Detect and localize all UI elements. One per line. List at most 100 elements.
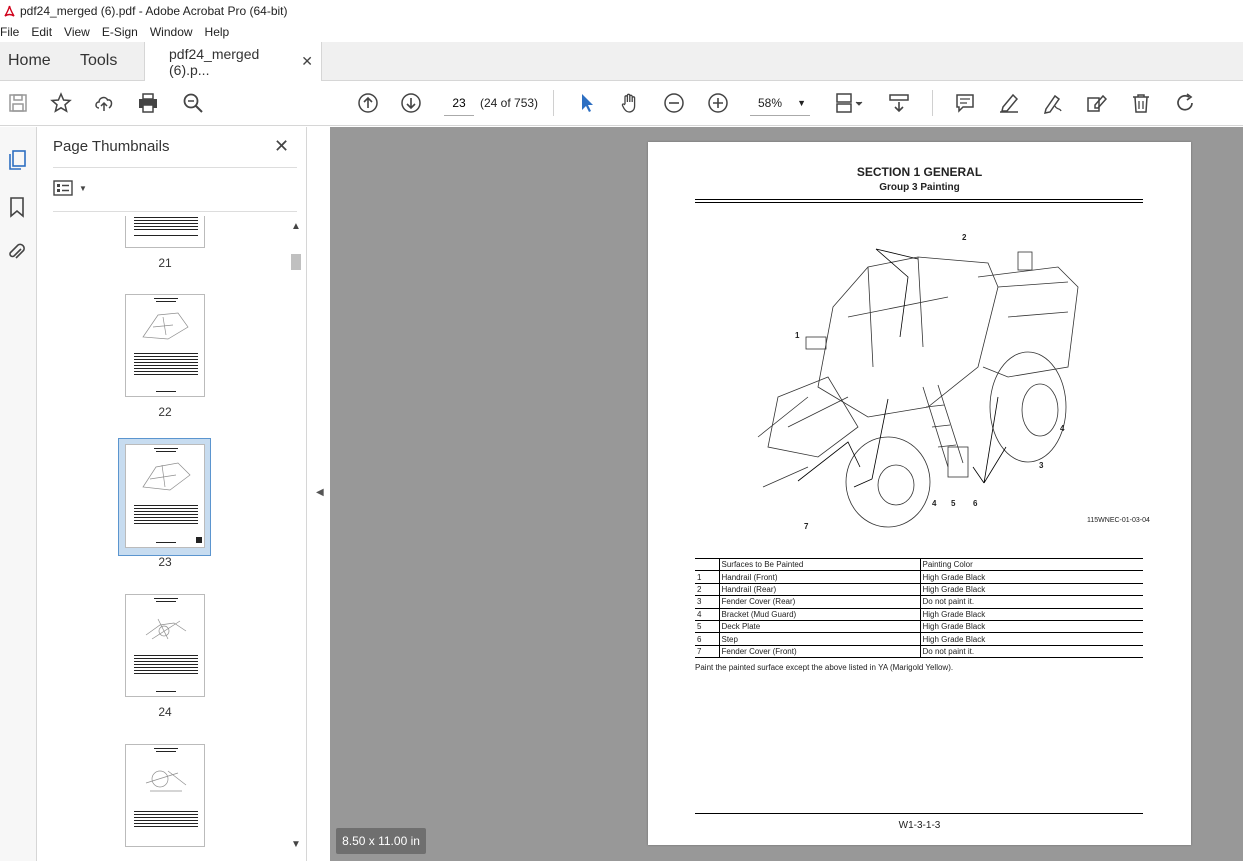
- fill-sign-icon[interactable]: [1084, 91, 1108, 115]
- tab-document-label: pdf24_merged (6).p...: [169, 45, 260, 78]
- panel-title: Page Thumbnails: [53, 138, 170, 155]
- tab-home[interactable]: Home: [0, 42, 70, 80]
- painting-note: Paint the painted surface except the abo…: [695, 663, 954, 672]
- draw-pen-icon[interactable]: [1040, 91, 1064, 115]
- table-cell: 5: [695, 620, 720, 634]
- thumbnail-list: 21 22 23 24: [38, 216, 288, 861]
- table-row: 2 Handrail (Rear) High Grade Black: [695, 583, 1143, 597]
- next-page-icon[interactable]: [399, 91, 423, 115]
- page-footer: W1-3-1-3: [898, 820, 941, 831]
- tab-bar: Home Tools pdf24_merged (6).p... ✕: [0, 42, 1243, 81]
- table-header-cell: Painting Color: [920, 557, 1143, 572]
- close-tab-icon[interactable]: ✕: [301, 53, 313, 70]
- tab-document[interactable]: pdf24_merged (6).p... ✕: [144, 42, 322, 81]
- callout-6: 6: [973, 499, 978, 508]
- collapse-panel-icon[interactable]: ◀: [316, 487, 324, 498]
- save-icon[interactable]: [6, 91, 30, 115]
- close-panel-icon[interactable]: ✕: [274, 136, 289, 157]
- callout-4a: 4: [1060, 424, 1065, 433]
- table-row: 1 Handrail (Front) High Grade Black: [695, 570, 1143, 584]
- select-cursor-icon[interactable]: [575, 91, 599, 115]
- bookmark-icon[interactable]: [5, 195, 29, 219]
- toolbar-divider: [932, 90, 933, 116]
- tab-tools[interactable]: Tools: [70, 42, 144, 80]
- table-cell: Deck Plate: [719, 620, 921, 634]
- table-row: 7 Fender Cover (Front) Do not paint it.: [695, 645, 1143, 659]
- callout-4b: 4: [932, 499, 937, 508]
- table-header-cell: Surfaces to Be Painted: [719, 557, 921, 572]
- table-cell: 6: [695, 632, 720, 646]
- menu-edit[interactable]: Edit: [25, 25, 58, 39]
- zoom-level-value: 58%: [758, 95, 783, 110]
- table-cell: 1: [695, 570, 720, 584]
- scroll-mode-icon[interactable]: [887, 91, 911, 115]
- scrollbar-thumb[interactable]: [291, 254, 301, 270]
- scroll-down-icon[interactable]: ▼: [291, 839, 301, 850]
- title-bar: pdf24_merged (6).pdf - Adobe Acrobat Pro…: [0, 0, 1243, 22]
- table-cell: High Grade Black: [920, 583, 1143, 597]
- table-cell: Bracket (Mud Guard): [719, 608, 921, 621]
- thumbnail-page-selected[interactable]: [125, 444, 205, 548]
- toolbar-divider: [553, 90, 554, 116]
- cloud-upload-icon[interactable]: [92, 91, 116, 115]
- document-viewport[interactable]: SECTION 1 GENERAL Group 3 Painting 1 2 3…: [330, 127, 1243, 861]
- star-bookmark-icon[interactable]: [49, 91, 73, 115]
- painting-table: Surfaces to Be Painted Painting Color 1 …: [695, 557, 1143, 659]
- table-row: 4 Bracket (Mud Guard) High Grade Black: [695, 608, 1143, 621]
- zoom-out-icon[interactable]: [662, 91, 686, 115]
- header-rule: [695, 199, 1143, 200]
- table-cell: Handrail (Front): [719, 570, 921, 584]
- print-icon[interactable]: [136, 91, 160, 115]
- table-row: 5 Deck Plate High Grade Black: [695, 620, 1143, 634]
- table-cell: High Grade Black: [920, 608, 1143, 621]
- group-title: Group 3 Painting: [879, 182, 960, 193]
- thumbnail-page[interactable]: [125, 294, 205, 397]
- thumbnail-page[interactable]: [125, 744, 205, 847]
- window-title: pdf24_merged (6).pdf - Adobe Acrobat Pro…: [20, 4, 288, 18]
- page-display-icon[interactable]: [832, 91, 866, 115]
- chevron-down-icon: ▼: [797, 97, 806, 108]
- menu-esign[interactable]: E-Sign: [96, 25, 144, 39]
- header-rule: [695, 202, 1143, 203]
- table-header-cell: [695, 557, 720, 572]
- menu-help[interactable]: Help: [199, 25, 236, 39]
- table-cell: Step: [719, 632, 921, 646]
- page-thumbnails-icon[interactable]: [5, 148, 29, 172]
- footer-rule: [695, 813, 1143, 814]
- chevron-down-icon: ▼: [79, 183, 87, 193]
- table-cell: Fender Cover (Front): [719, 645, 921, 659]
- hand-tool-icon[interactable]: [618, 91, 642, 115]
- menu-window[interactable]: Window: [144, 25, 199, 39]
- comment-icon[interactable]: [953, 91, 977, 115]
- previous-page-icon[interactable]: [356, 91, 380, 115]
- highlight-pen-icon[interactable]: [997, 91, 1021, 115]
- zoom-in-icon[interactable]: [706, 91, 730, 115]
- thumbnail-page[interactable]: [125, 594, 205, 697]
- table-cell: 2: [695, 583, 720, 597]
- panel-divider: [53, 167, 297, 168]
- delete-trash-icon[interactable]: [1129, 91, 1153, 115]
- menu-bar: File Edit View E-Sign Window Help: [0, 22, 1243, 42]
- thumbnail-options-menu[interactable]: ▼: [53, 180, 87, 196]
- rotate-icon[interactable]: [1173, 91, 1197, 115]
- table-cell: High Grade Black: [920, 570, 1143, 584]
- table-cell: High Grade Black: [920, 632, 1143, 646]
- menu-file[interactable]: File: [0, 25, 25, 39]
- table-cell: Do not paint it.: [920, 595, 1143, 609]
- thumbnail-label: 22: [158, 405, 172, 419]
- scroll-up-icon[interactable]: ▲: [291, 221, 301, 232]
- page-number-input[interactable]: [444, 90, 474, 116]
- table-row: 3 Fender Cover (Rear) Do not paint it.: [695, 595, 1143, 609]
- table-row: 6 Step High Grade Black: [695, 632, 1143, 646]
- zoom-level-dropdown[interactable]: 58% ▼: [750, 90, 810, 116]
- table-cell: Handrail (Rear): [719, 583, 921, 597]
- menu-view[interactable]: View: [58, 25, 96, 39]
- callout-2: 2: [962, 233, 967, 242]
- thumbnail-scrollbar[interactable]: ▲ ▼: [288, 219, 304, 859]
- thumbnail-label: 23: [158, 555, 172, 569]
- table-header-row: Surfaces to Be Painted Painting Color: [695, 557, 1143, 572]
- attachment-paperclip-icon[interactable]: [5, 240, 29, 264]
- search-zoom-icon[interactable]: [181, 91, 205, 115]
- navigation-rail: [0, 127, 37, 861]
- thumbnail-page[interactable]: [125, 216, 205, 248]
